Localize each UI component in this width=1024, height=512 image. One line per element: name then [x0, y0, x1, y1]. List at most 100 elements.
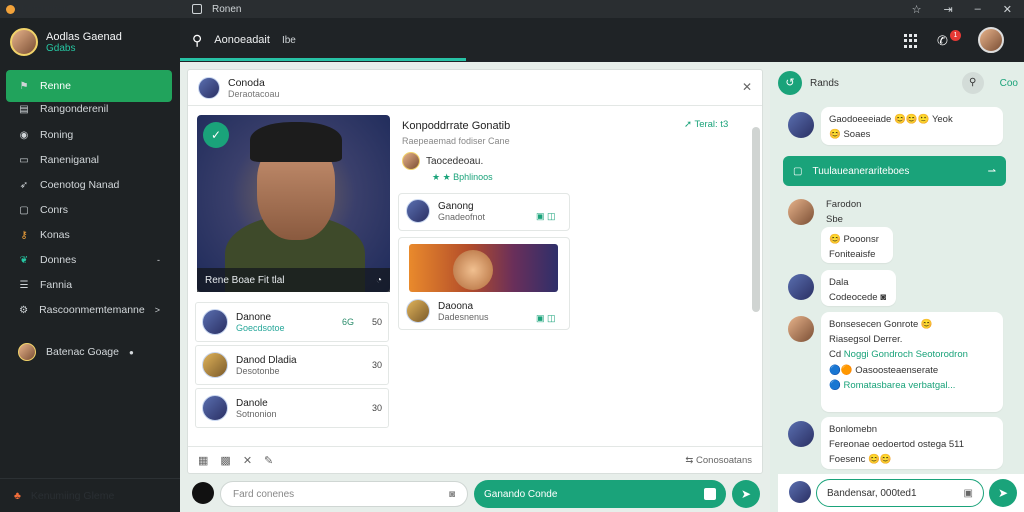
user-avatar[interactable]: [978, 27, 1004, 53]
apps-grid-icon[interactable]: [904, 34, 918, 48]
sidebar-item-launch[interactable]: ➶ Coenotog Nanad: [6, 173, 172, 197]
action-link[interactable]: ➚ Teral: t3: [684, 119, 728, 130]
bird-icon: ❦: [19, 254, 29, 266]
shuffle-icon[interactable]: ✕: [243, 454, 252, 467]
send-button[interactable]: ➤: [989, 479, 1017, 507]
chat-banner-label: Tuulaueanerariteboes: [812, 165, 910, 177]
avatar: [10, 28, 38, 56]
gamepad-icon: ◉: [19, 129, 29, 141]
sidebar-footer-label: Kenumiing Gleme: [30, 489, 115, 502]
post-author: Daoona: [438, 300, 474, 312]
tabstrip: Ronen ☆ ⇥ – ✕: [180, 0, 1024, 18]
sidebar-item-gaming[interactable]: ◉ Roning: [6, 123, 172, 147]
send-button[interactable]: ➤: [732, 480, 760, 508]
close-window-icon[interactable]: ✕: [1003, 3, 1012, 16]
key-icon: ⚷: [20, 229, 28, 241]
group-label: Batenac Goage: [46, 346, 119, 358]
info-icon[interactable]: ◔: [376, 275, 382, 286]
pen-icon[interactable]: ✎: [264, 454, 273, 467]
card-title: Conoda: [228, 76, 265, 89]
sidebar-item-label: Roning: [40, 129, 74, 141]
sidebar-item-keys[interactable]: ⚷ Konas: [6, 223, 172, 247]
list-item-badge: 6G: [341, 317, 354, 327]
artwork-face-shape: [453, 250, 493, 290]
sidebar-item-donnes[interactable]: ❦ Donnes -: [6, 248, 172, 272]
chevron-right-icon: >: [154, 305, 160, 315]
comments-link[interactable]: ⇆ Conosoatans: [685, 455, 752, 466]
close-icon[interactable]: ✕: [742, 80, 752, 94]
folder-icon: ▭: [19, 154, 29, 166]
table-icon[interactable]: ▦: [198, 454, 208, 467]
tab-label[interactable]: Ronen: [212, 4, 241, 15]
sidebar-item-channels[interactable]: ▤ Rangonderenil: [6, 97, 172, 121]
search-bar[interactable]: ⚲ Aonoeadait Ibe: [180, 18, 1024, 62]
notification-badge: 1: [950, 30, 961, 41]
list-item-count: 50: [371, 317, 382, 327]
info-line-text: Taocedeoau.: [426, 155, 484, 167]
community-logo-icon: ♣: [14, 489, 21, 502]
check-badge-icon: ✓: [203, 122, 229, 148]
sidebar-item-boxes[interactable]: ▢ Conrs: [6, 198, 172, 222]
chat-message: Gaodoeeeiade 😊😊🙂 Yeok 😊 Soaes: [821, 107, 1003, 145]
message-input[interactable]: Fard conenes ◙: [220, 481, 468, 507]
sidebar-item-label: Raneniganal: [40, 154, 99, 166]
hero-caption-text: Rene Boae Fit tlal: [205, 274, 285, 286]
people-icon: ⚑: [19, 80, 29, 92]
list-item-count: 30: [371, 403, 382, 413]
gear-icon: ⚙: [19, 304, 29, 316]
app-titlebar: Komunitan ✕: [0, 0, 180, 18]
chevron-icon: -: [157, 255, 160, 265]
sidebar-item-settings[interactable]: ⚙ Rascoonmemtemanne >: [6, 298, 172, 322]
minimize-icon[interactable]: –: [975, 3, 981, 16]
search-icon[interactable]: ⚲: [961, 72, 984, 94]
avatar: [202, 352, 228, 378]
chat-input[interactable]: Bandensar, 000ted1 ▣: [816, 479, 984, 507]
grid-icon: ▤: [19, 103, 29, 115]
emoji-icon[interactable]: ◙: [449, 489, 455, 500]
message-text: Sbe: [826, 213, 843, 225]
user-profile[interactable]: Aodlas Gaenad Gdabs: [0, 18, 180, 66]
compose-label: Ganando Conde: [484, 488, 558, 500]
message-text: Yeok: [931, 114, 953, 125]
chat-header: ↺ Rands ⚲ Coo: [778, 68, 1018, 98]
chat-message: Bonlomebn Fereonae oedoertod ostega 511 …: [821, 417, 1003, 469]
comments-icon: ⇆: [685, 454, 697, 466]
list-item[interactable]: Danone Goecdsotoe 6G 50: [195, 302, 389, 342]
post-sub: Dadesnenus: [438, 311, 489, 322]
star-icon[interactable]: ☆: [912, 3, 922, 16]
card-subtitle: Deraotacoau: [228, 88, 280, 99]
search-input[interactable]: Aonoeadait: [214, 34, 270, 46]
sidebar-item-files[interactable]: ▭ Raneniganal: [6, 148, 172, 172]
chat-message: 😊 Pooonsr Foniteaisfe: [821, 227, 893, 263]
trend-icon: ➚: [684, 119, 692, 130]
arrow-icon[interactable]: ⇥: [943, 3, 952, 16]
chat-message: Farodon Sbe: [826, 198, 861, 227]
arrow-right-icon: ⇀: [987, 165, 996, 177]
compose-button[interactable]: Ganando Conde: [474, 480, 726, 508]
chat-banner[interactable]: ▢ Tuulaueanerariteboes ⇀: [783, 156, 1006, 186]
list-item[interactable]: Danod Dladia Desotonbe 30: [195, 345, 389, 385]
sidebar-item-label: Conrs: [40, 204, 69, 216]
share-icon[interactable]: ▣ ◫: [536, 313, 556, 324]
message-sub: Soaes: [843, 129, 871, 141]
chat-header-action[interactable]: Coo: [1000, 78, 1018, 89]
sidebar-footer[interactable]: ♣ Kenumiing Gleme: [0, 478, 180, 512]
message-text: Oasoosteaenserate: [855, 364, 939, 376]
share-icon[interactable]: ▣ ◫: [536, 211, 556, 222]
message-text: Foesenc: [829, 454, 866, 466]
close-icon[interactable]: ✕: [166, 4, 174, 15]
list-item[interactable]: Danole Sotnonion 30: [195, 388, 389, 428]
scrollbar[interactable]: [752, 127, 760, 312]
list-item-count: 30: [371, 360, 382, 370]
avatar: [788, 316, 814, 342]
attach-icon[interactable]: ▣: [964, 488, 973, 499]
image-icon[interactable]: ▩: [220, 454, 230, 467]
sidebar-item-label: Rascoonmemtemanne: [39, 304, 145, 316]
chat-icon: ↺: [778, 71, 802, 95]
message-link[interactable]: Romatasbarea verbatgal...: [843, 380, 955, 391]
message-link[interactable]: Noggi Gondroch Seotorodron: [844, 349, 968, 360]
avatar: [788, 421, 814, 447]
sidebar-group-item[interactable]: Batenac Goage ●: [6, 340, 172, 364]
avatar: [788, 199, 814, 225]
sidebar-item-list[interactable]: ☰ Fannia: [6, 273, 172, 297]
